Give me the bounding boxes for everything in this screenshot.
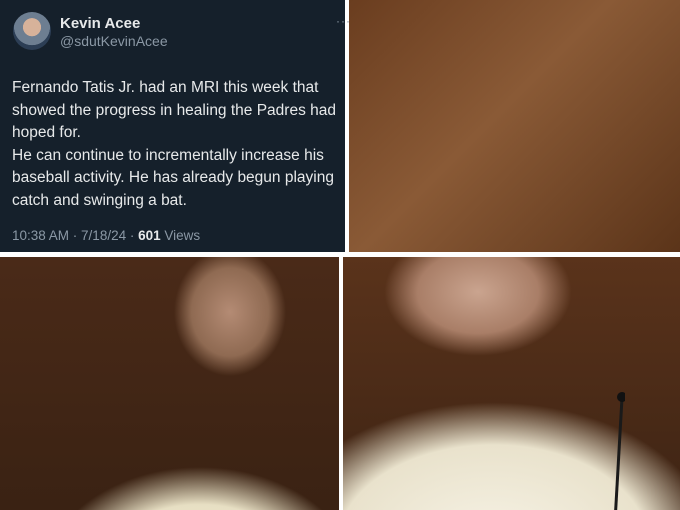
tweet-text: Fernando Tatis Jr. had an MRI this week … [12,77,342,212]
microphone-icon [614,392,625,510]
ellipsis-icon[interactable]: ··· [336,14,351,28]
tweet-date[interactable]: 7/18/24 [81,228,126,243]
photo-bottom-right [343,257,680,510]
meta-separator: · [69,228,82,243]
views-label: Views [160,228,201,243]
author-handle[interactable]: @sdutKevinAcee [60,33,168,49]
tweet-meta: 10:38 AM · 7/18/24 · 601 Views [12,228,200,243]
meta-separator: · [126,228,139,243]
author-name[interactable]: Kevin Acee [60,15,140,32]
views-count: 601 [138,228,161,243]
avatar[interactable] [13,12,51,50]
tweet-text-paragraph: Fernando Tatis Jr. had an MRI this week … [12,79,336,141]
tweet-time[interactable]: 10:38 AM [12,228,69,243]
tweet-text-paragraph: He can continue to incrementally increas… [12,146,334,209]
photo-bottom-left [0,257,339,510]
tweet-card[interactable]: Kevin Acee @sdutKevinAcee ··· Fernando T… [0,0,350,252]
photo-top-right [349,0,680,252]
